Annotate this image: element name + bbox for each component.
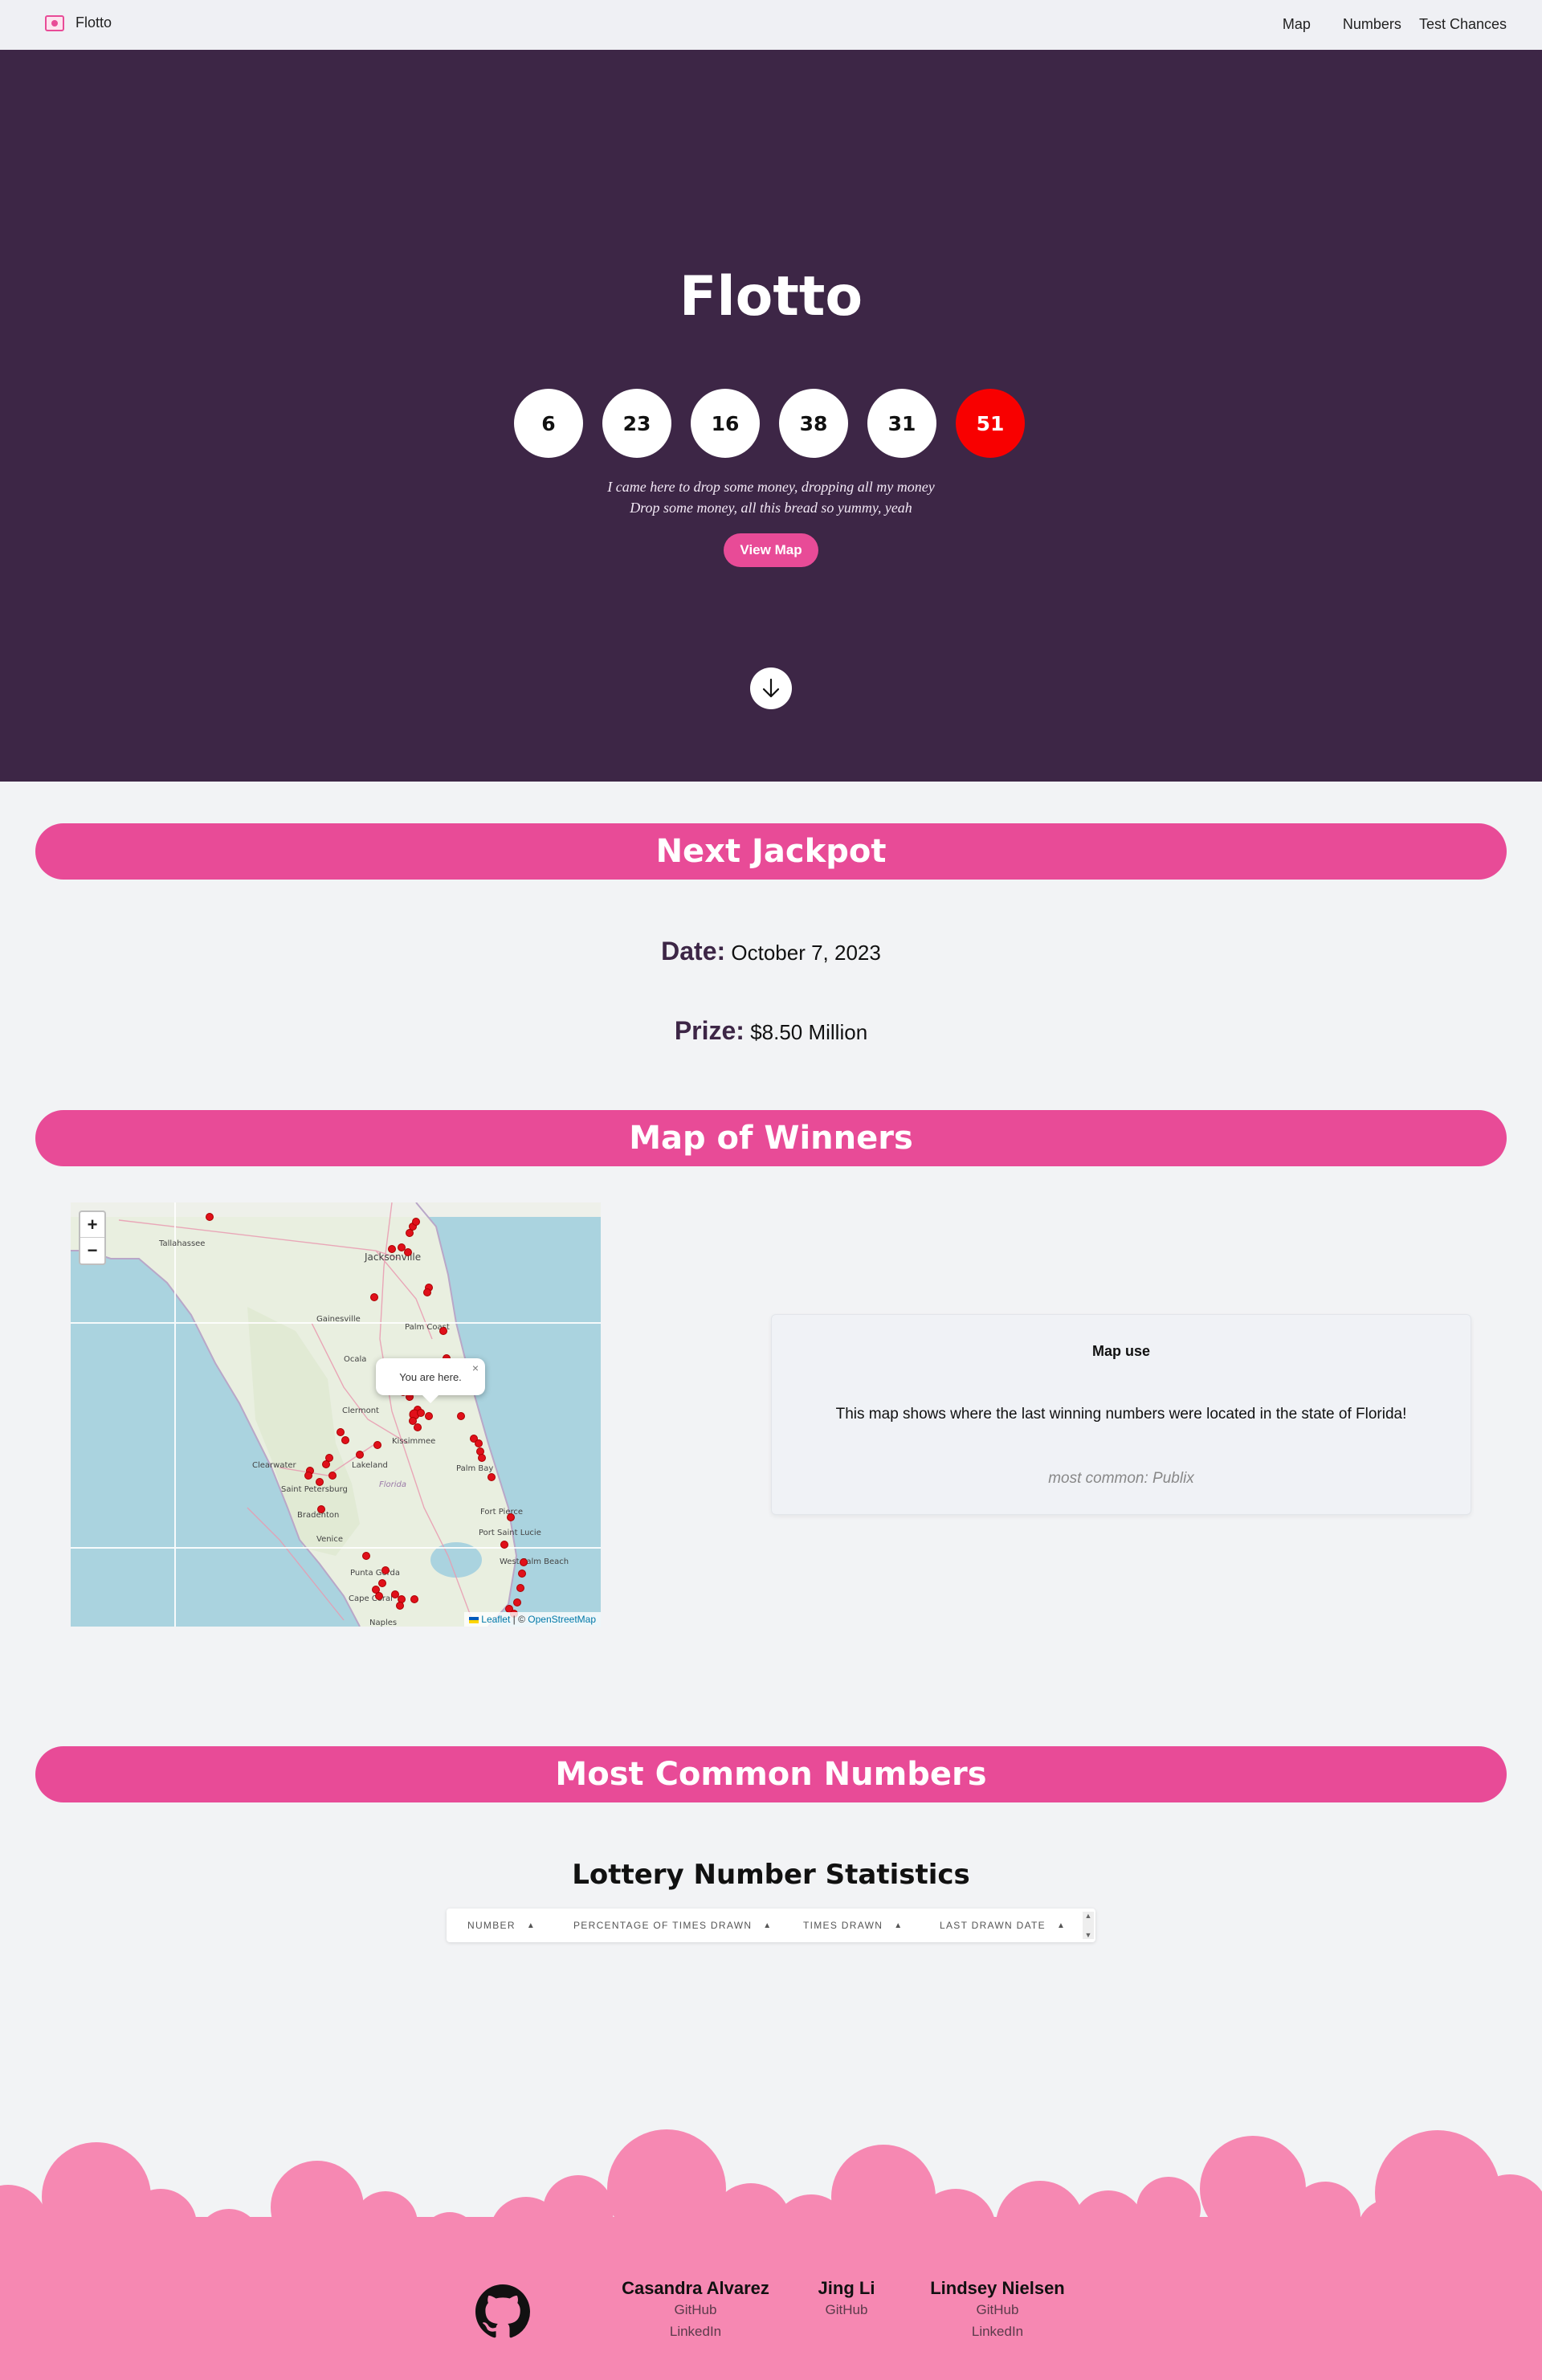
number-ball: 31 (867, 389, 936, 458)
sort-icon: ▲︎ (1056, 1921, 1067, 1930)
prize-label: Prize: (674, 1016, 744, 1045)
map-label: Florida (379, 1480, 406, 1489)
map-label: Clermont (342, 1406, 379, 1415)
sort-icon: ▲︎ (763, 1921, 773, 1930)
popup-text: You are here. (399, 1370, 462, 1383)
lyric-line: Drop some money, all this bread so yummy… (630, 500, 912, 516)
nav-link-numbers[interactable]: Numbers (1343, 16, 1401, 33)
author-linkedin-link[interactable]: LinkedIn (917, 2321, 1078, 2342)
column-header-last-drawn-date[interactable]: LAST DRAWN DATE ▲︎ (940, 1920, 1066, 1931)
hero-section: Flotto 6 23 16 38 31 51 I came here to d… (0, 50, 1542, 782)
map-label: Ocala (344, 1355, 366, 1364)
nav-link-map[interactable]: Map (1283, 16, 1311, 33)
nav-link-test-chances[interactable]: Test Chances (1419, 16, 1507, 33)
map-label: Port Saint Lucie (479, 1529, 541, 1537)
florida-map-tiles: Tallahassee Jacksonville Gainesville Pal… (71, 1202, 601, 1627)
most-common-numbers-heading: Most Common Numbers (35, 1746, 1507, 1802)
number-ball: 6 (514, 389, 583, 458)
hero-title: Flotto (679, 265, 863, 329)
table-scrollbar[interactable]: ▲ ▼ (1083, 1912, 1094, 1939)
number-ball: 23 (602, 389, 671, 458)
ukraine-flag-icon (468, 1616, 479, 1623)
map-label: Saint Petersburg (281, 1485, 348, 1494)
sort-icon: ▲︎ (894, 1921, 904, 1930)
number-ball: 16 (691, 389, 760, 458)
powerball: 51 (956, 389, 1025, 458)
openstreetmap-link[interactable]: OpenStreetMap (528, 1614, 596, 1625)
map-label: Clearwater (252, 1461, 297, 1470)
column-label: LAST DRAWN DATE (940, 1920, 1046, 1931)
map-use-card: Map use This map shows where the last wi… (771, 1314, 1471, 1515)
map-label: Lakeland (352, 1461, 388, 1470)
map-label: Bradenton (297, 1511, 339, 1520)
lottery-ticket-icon (45, 14, 64, 31)
column-header-times-drawn[interactable]: TIMES DRAWN ▲︎ (803, 1920, 903, 1931)
prize-value: $8.50 Million (750, 1020, 868, 1044)
leaflet-link[interactable]: Leaflet (481, 1614, 510, 1625)
top-navbar: Flotto Map Numbers Test Chances (0, 0, 1542, 50)
author-github-link[interactable]: GitHub (798, 2299, 895, 2321)
column-label: PERCENTAGE OF TIMES DRAWN (573, 1920, 753, 1931)
map-label: West Palm Beach (500, 1557, 569, 1566)
winning-numbers: 6 23 16 38 31 51 (514, 389, 1028, 458)
column-header-number[interactable]: NUMBER ▲︎ (467, 1920, 536, 1931)
author-casandra: Casandra Alvarez GitHub LinkedIn (615, 2278, 776, 2342)
author-name: Lindsey Nielsen (930, 2278, 1065, 2298)
scroll-down-button[interactable] (750, 667, 792, 709)
zoom-in-button[interactable]: + (80, 1212, 104, 1238)
map-label: Venice (316, 1535, 343, 1544)
card-title: Map use (1091, 1343, 1151, 1359)
brand[interactable]: Flotto (45, 14, 112, 31)
zoom-out-button[interactable]: − (80, 1238, 104, 1263)
map-label: Palm Bay (456, 1464, 493, 1473)
winners-map[interactable]: Tallahassee Jacksonville Gainesville Pal… (71, 1202, 601, 1627)
arrow-down-icon (762, 678, 780, 698)
date-value: October 7, 2023 (731, 941, 881, 965)
attribution-separator: | © (512, 1614, 525, 1625)
scroll-down-icon: ▼ (1084, 1931, 1092, 1939)
jackpot-date: Date: October 7, 2023 (0, 937, 1542, 966)
map-label: Fort Pierce (480, 1508, 523, 1517)
column-header-percentage[interactable]: PERCENTAGE OF TIMES DRAWN ▲︎ (573, 1920, 773, 1931)
table-title: Lottery Number Statistics (572, 1859, 970, 1891)
card-footer: most common: Publix (1048, 1470, 1194, 1487)
author-github-link[interactable]: GitHub (917, 2299, 1078, 2321)
author-name: Casandra Alvarez (622, 2278, 769, 2298)
map-label: Naples (369, 1619, 397, 1627)
github-icon[interactable] (475, 2284, 530, 2339)
nav-links: Map Numbers Test Chances (1283, 16, 1507, 33)
card-body: This map shows where the last winning nu… (835, 1406, 1407, 1423)
lottery-stats-table: NUMBER ▲︎ PERCENTAGE OF TIMES DRAWN ▲︎ T… (447, 1908, 1095, 1942)
sort-icon: ▲︎ (526, 1921, 536, 1930)
author-github-link[interactable]: GitHub (615, 2299, 776, 2321)
column-label: TIMES DRAWN (803, 1920, 883, 1931)
lyric-line: I came here to drop some money, dropping… (607, 479, 935, 495)
scroll-up-icon: ▲ (1084, 1912, 1092, 1920)
next-jackpot-heading: Next Jackpot (35, 823, 1507, 880)
jackpot-prize: Prize: $8.50 Million (0, 1016, 1542, 1046)
zoom-controls: + − (79, 1210, 106, 1265)
author-jing: Jing Li GitHub (798, 2278, 895, 2321)
map-of-winners-heading: Map of Winners (35, 1110, 1507, 1166)
map-label: Jacksonville (364, 1251, 421, 1263)
number-ball: 38 (779, 389, 848, 458)
map-label: Cape Coral (349, 1594, 393, 1603)
hero-lyrics: I came here to drop some money, dropping… (0, 476, 1542, 518)
column-label: NUMBER (467, 1920, 516, 1931)
popup-close-button[interactable]: × (472, 1361, 479, 1374)
map-label: Gainesville (316, 1315, 361, 1324)
author-linkedin-link[interactable]: LinkedIn (615, 2321, 776, 2342)
brand-name: Flotto (75, 14, 112, 31)
map-label: Kissimmee (392, 1437, 435, 1446)
map-attribution: Leaflet | © OpenStreetMap (463, 1612, 601, 1627)
author-lindsey: Lindsey Nielsen GitHub LinkedIn (917, 2278, 1078, 2342)
author-name: Jing Li (818, 2278, 875, 2298)
map-popup: You are here. × (376, 1358, 485, 1403)
view-map-button[interactable]: View Map (724, 533, 818, 567)
map-label: Tallahassee (158, 1239, 205, 1248)
date-label: Date: (661, 937, 726, 965)
map-label: Punta Gorda (350, 1569, 400, 1578)
